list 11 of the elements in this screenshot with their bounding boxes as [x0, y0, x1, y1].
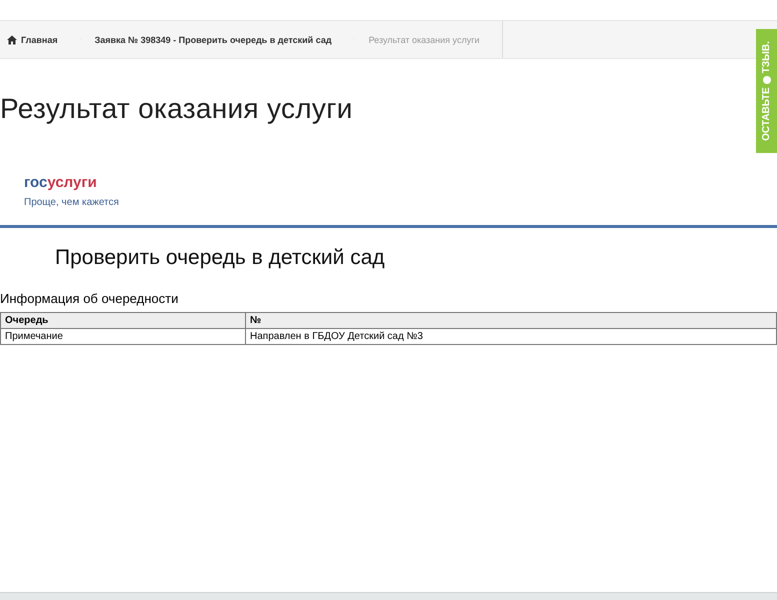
logo-tagline: Проще, чем кажется: [24, 197, 119, 208]
logo-text: госуслуги: [24, 174, 97, 191]
table-cell: Примечание: [0, 328, 246, 344]
home-icon: [7, 34, 17, 44]
column-header: Очередь: [0, 312, 246, 328]
circle-icon: [762, 76, 770, 84]
column-header: №: [246, 312, 776, 328]
page-title: Результат оказания услуги: [0, 92, 353, 126]
section-title: Информация об очередности: [0, 291, 180, 306]
table-cell: Направлен в ГБДОУ Детский сад №3: [246, 328, 776, 344]
service-title: Проверить очередь в детский сад: [55, 246, 386, 270]
